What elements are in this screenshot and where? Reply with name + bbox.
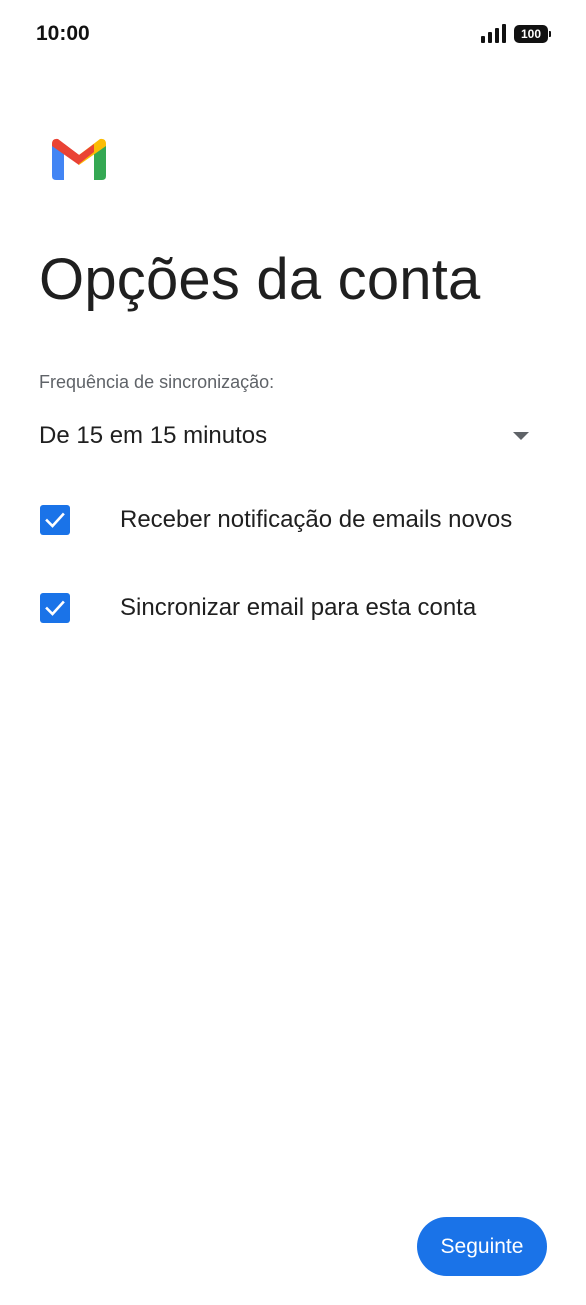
status-time: 10:00 — [36, 22, 90, 45]
new-email-notification-option[interactable]: Receber notificação de emails novos — [40, 498, 560, 542]
status-bar: 10:00 100 — [0, 0, 586, 68]
sync-frequency-dropdown[interactable]: De 15 em 15 minutos — [39, 418, 539, 458]
page-title: Opções da conta — [39, 247, 481, 312]
sync-email-checkbox[interactable] — [40, 593, 70, 623]
checkmark-icon — [45, 600, 65, 616]
status-icons: 100 — [481, 24, 551, 43]
next-button[interactable]: Seguinte — [417, 1217, 547, 1276]
sync-frequency-value: De 15 em 15 minutos — [39, 422, 268, 449]
new-email-notification-checkbox[interactable] — [40, 505, 70, 535]
battery-icon: 100 — [514, 24, 551, 43]
signal-icon — [481, 24, 506, 43]
sync-email-option[interactable]: Sincronizar email para esta conta — [40, 586, 560, 630]
dropdown-arrow-icon — [513, 432, 529, 440]
account-options-screen: 10:00 100 Opções da conta Frequência de … — [0, 0, 586, 1305]
gmail-logo-icon — [52, 138, 106, 180]
new-email-notification-label: Receber notificação de emails novos — [120, 506, 513, 533]
sync-frequency-label: Frequência de sincronização: — [39, 372, 275, 392]
checkmark-icon — [45, 512, 65, 528]
sync-email-label: Sincronizar email para esta conta — [120, 594, 477, 621]
